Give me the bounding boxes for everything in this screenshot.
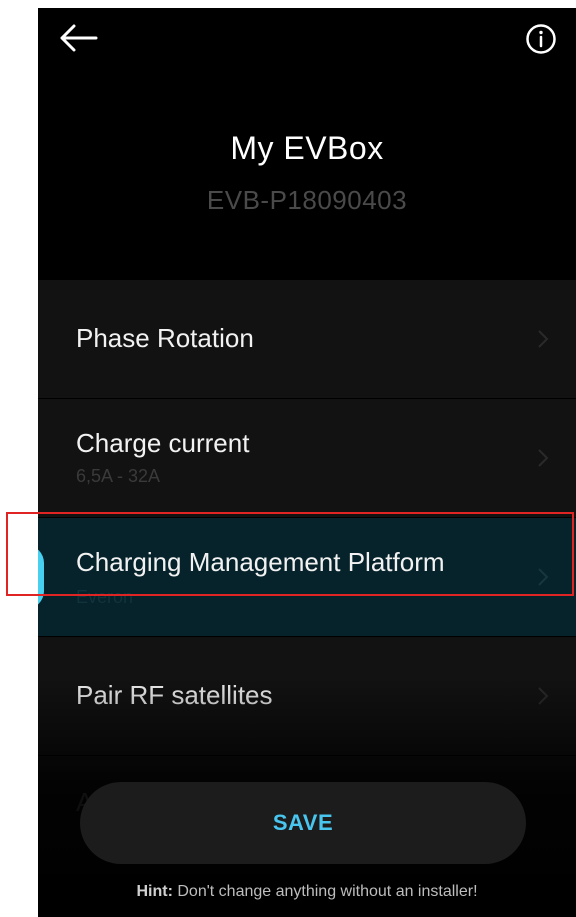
device-serial: EVB-P18090403	[206, 185, 408, 215]
list-item-charging-management-platform[interactable]: Charging Management Platform Everon	[38, 518, 576, 637]
app-screen: My EVBox EVB-P18090403 Phase Rotation Ch…	[38, 8, 576, 917]
selection-indicator	[38, 545, 44, 609]
list-item-title: Pair RF satellites	[76, 680, 273, 710]
hint-label: Hint:	[136, 883, 173, 900]
info-circle-icon	[526, 24, 556, 54]
device-header: My EVBox EVB-P18090403	[38, 128, 576, 216]
top-bar	[38, 8, 576, 72]
list-item-subtitle: 6,5A - 32A	[76, 466, 161, 486]
hint-message: Don't change anything without an install…	[177, 883, 478, 900]
chevron-right-icon	[538, 568, 549, 586]
chevron-right-icon	[538, 330, 549, 348]
chevron-right-icon	[538, 687, 549, 705]
save-button[interactable]: SAVE	[80, 782, 526, 864]
list-item-title: Phase Rotation	[76, 323, 254, 353]
list-item-pair-rf-satellites[interactable]: Pair RF satellites	[38, 637, 576, 756]
page-title: My EVBox	[230, 130, 384, 166]
list-item-charge-current[interactable]: Charge current 6,5A - 32A	[38, 399, 576, 518]
list-item-title: Charge current	[76, 428, 250, 458]
back-button[interactable]	[56, 20, 100, 56]
hint-text: Hint: Don't change anything without an i…	[38, 882, 576, 902]
arrow-left-icon	[60, 24, 98, 52]
list-item-phase-rotation[interactable]: Phase Rotation	[38, 280, 576, 399]
list-item-title: Charging Management Platform	[76, 547, 445, 577]
chevron-right-icon	[538, 449, 549, 467]
list-item-subtitle: Everon	[76, 587, 134, 607]
info-button[interactable]	[524, 22, 558, 56]
